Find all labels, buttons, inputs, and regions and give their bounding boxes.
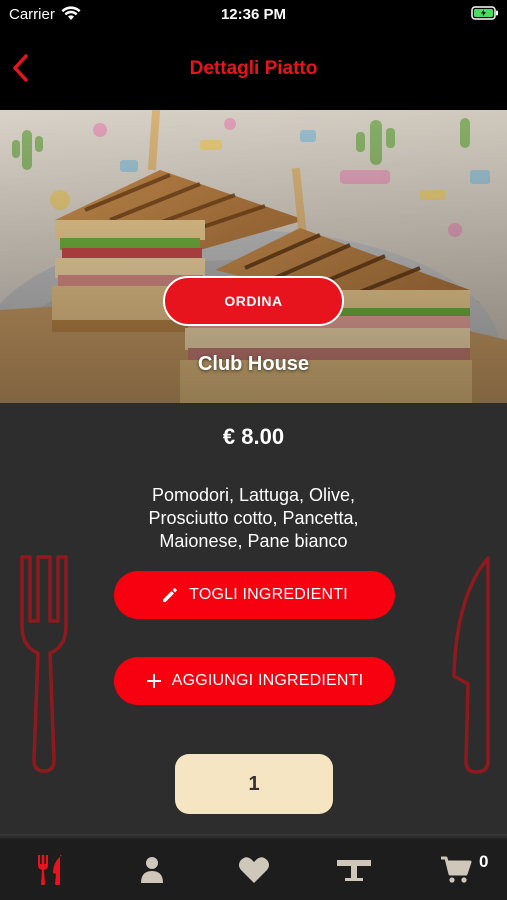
remove-ingredients-label: TOGLI INGREDIENTI xyxy=(189,586,348,603)
tab-profile[interactable] xyxy=(132,852,172,888)
fork-knife-icon xyxy=(38,855,62,885)
clock: 12:36 PM xyxy=(220,6,287,23)
table-icon xyxy=(337,860,371,881)
ingredients-line: Prosciutto cotto, Pancetta, xyxy=(148,508,359,528)
battery-icon xyxy=(471,6,499,24)
status-bar: Carrier 12:36 PM xyxy=(0,0,507,30)
page-title: Dettagli Piatto xyxy=(189,58,318,79)
tab-favorites[interactable] xyxy=(234,852,274,888)
tab-cart[interactable] xyxy=(436,852,476,888)
dish-price: € 8.00 xyxy=(222,424,285,449)
pencil-icon xyxy=(163,588,178,602)
heart-icon xyxy=(239,857,269,883)
tab-menu[interactable] xyxy=(31,852,71,888)
add-ingredients-button[interactable]: AGGIUNGI INGREDIENTI xyxy=(114,657,395,705)
user-icon xyxy=(141,857,163,883)
order-button[interactable]: ORDINA xyxy=(163,276,344,326)
navigation-bar: Dettagli Piatto xyxy=(0,30,507,110)
quantity-field[interactable]: 1 xyxy=(175,754,333,814)
ingredients-line: Maionese, Pane bianco xyxy=(159,531,348,551)
tab-bar xyxy=(0,840,507,900)
remove-ingredients-button[interactable]: TOGLI INGREDIENTI xyxy=(114,571,395,619)
cart-count-badge: 0 xyxy=(479,852,489,871)
plus-icon xyxy=(146,674,161,688)
fork-decoration-icon xyxy=(20,555,68,773)
add-ingredients-label: AGGIUNGI INGREDIENTI xyxy=(171,672,364,689)
cart-icon xyxy=(441,856,472,883)
dish-name: Club House xyxy=(197,353,310,375)
knife-decoration-icon xyxy=(452,556,490,774)
ingredients-line: Pomodori, Lattuga, Olive, xyxy=(151,485,356,505)
quantity-value: 1 xyxy=(248,772,260,795)
ingredients-list: Pomodori, Lattuga, Olive, Prosciutto cot… xyxy=(110,484,397,553)
tab-table[interactable] xyxy=(334,852,374,888)
